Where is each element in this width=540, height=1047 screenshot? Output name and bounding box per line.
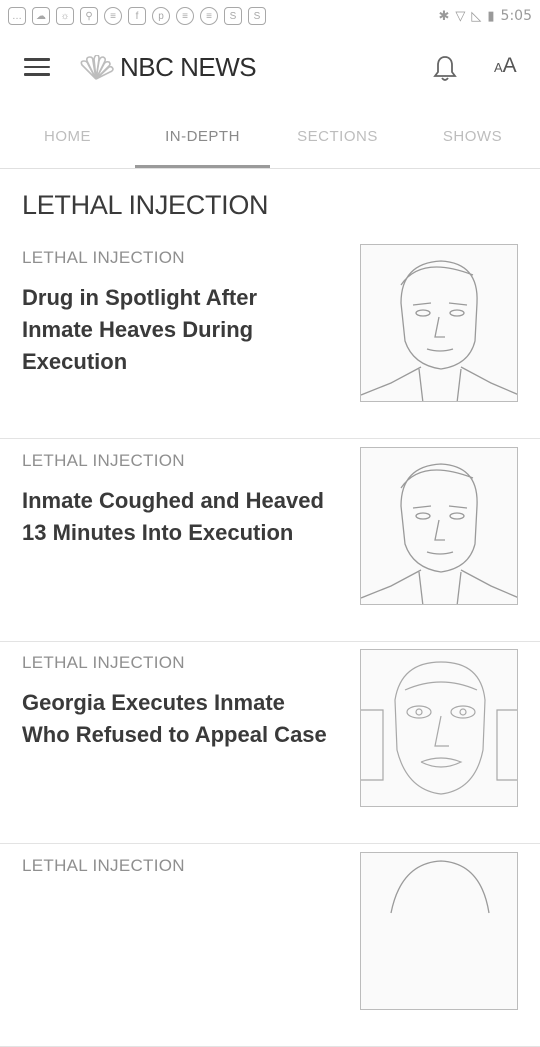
tab-sections[interactable]: SECTIONS [270,104,405,168]
tab-in-depth[interactable]: IN-DEPTH [135,104,270,168]
article-card[interactable]: LETHAL INJECTION Drug in Spotlight After… [0,236,540,439]
peacock-icon [76,54,116,81]
pinterest-icon: p [152,7,170,25]
section-title: LETHAL INJECTION [22,190,269,220]
bell-icon[interactable] [432,54,458,84]
reader-icon: ≡ [176,7,194,25]
shazam-icon: S [248,7,266,25]
article-card[interactable]: LETHAL INJECTION Georgia Executes Inmate… [0,641,540,844]
signal-icon: ◺ [471,8,482,23]
bluetooth-icon: ✱ [438,8,450,23]
article-headline[interactable]: Georgia Executes Inmate Who Refused to A… [22,687,332,751]
wifi-icon: ▽ [455,8,466,23]
article-thumbnail[interactable] [360,244,518,402]
menu-icon[interactable] [24,58,50,78]
tab-home[interactable]: HOME [0,104,135,168]
article-category: LETHAL INJECTION [22,856,185,875]
article-category: LETHAL INJECTION [22,248,185,267]
article-thumbnail[interactable] [360,649,518,807]
notification-icons: … ☁ ☼ ⚲ ≡ f p ≡ ≡ S S [8,7,266,25]
facebook-icon: f [128,7,146,25]
battery-icon: ▮ [487,8,495,23]
search-icon: ⚲ [80,7,98,25]
article-headline[interactable]: Inmate Coughed and Heaved 13 Minutes Int… [22,485,332,549]
shazam-icon: S [224,7,242,25]
message-icon: … [8,7,26,25]
article-category: LETHAL INJECTION [22,653,185,672]
status-bar: … ☁ ☼ ⚲ ≡ f p ≡ ≡ S S ✱ ▽ ◺ ▮ 5:05 [0,0,540,32]
font-small-label: A [494,60,503,75]
article-card[interactable]: LETHAL INJECTION Inmate Coughed and Heav… [0,439,540,642]
cloud-icon: ☁ [32,7,50,25]
article-card[interactable]: LETHAL INJECTION [0,844,540,1047]
article-thumbnail[interactable] [360,852,518,1010]
font-size-button[interactable]: AA [494,54,517,78]
reader-icon: ≡ [200,7,218,25]
weather-icon: ☼ [56,7,74,25]
status-time: 5:05 [500,8,532,24]
tab-bar: HOME IN-DEPTH SECTIONS SHOWS [0,104,540,169]
font-big-label: A [502,54,517,77]
app-bar: NBC NEWS AA [0,32,540,104]
reader-icon: ≡ [104,7,122,25]
article-headline[interactable]: Drug in Spotlight After Inmate Heaves Du… [22,282,332,378]
article-thumbnail[interactable] [360,447,518,605]
tab-shows[interactable]: SHOWS [405,104,540,168]
nbc-news-logo[interactable]: NBC NEWS [76,52,257,83]
logo-text: NBC NEWS [120,52,257,82]
system-icons: ✱ ▽ ◺ ▮ 5:05 [438,8,532,24]
article-category: LETHAL INJECTION [22,451,185,470]
